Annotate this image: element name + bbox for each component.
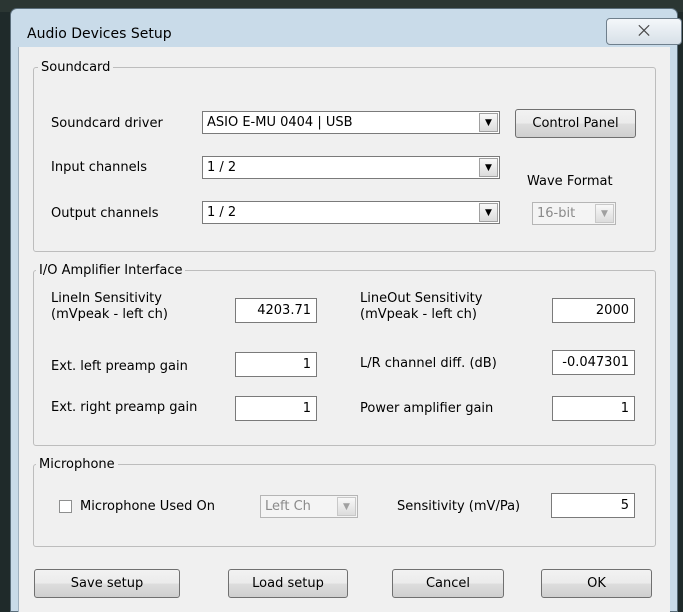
soundcard-driver-label: Soundcard driver: [51, 116, 163, 131]
chevron-down-icon[interactable]: ▼: [337, 497, 356, 516]
close-icon: ⨉: [637, 22, 650, 40]
linein-sensitivity-label-line1: LineIn Sensitivity: [51, 291, 162, 306]
power-amplifier-gain-label: Power amplifier gain: [360, 401, 494, 416]
microphone-used-on-label[interactable]: Microphone Used On: [80, 499, 215, 514]
left-preamp-gain-input[interactable]: 1: [235, 352, 317, 377]
lineout-sensitivity-label-line2: (mVpeak - left ch): [360, 307, 477, 322]
lr-channel-diff-input[interactable]: -0.047301: [552, 350, 635, 375]
microphone-sensitivity-input[interactable]: 5: [551, 493, 635, 518]
chevron-down-icon[interactable]: ▼: [595, 204, 614, 223]
lr-channel-diff-label: L/R channel diff. (dB): [360, 356, 497, 371]
soundcard-group-label: Soundcard: [38, 60, 114, 75]
wave-format-value: 16-bit: [537, 206, 576, 221]
power-amplifier-gain-input[interactable]: 1: [552, 396, 635, 421]
microphone-sensitivity-label: Sensitivity (mV/Pa): [397, 499, 521, 514]
linein-sensitivity-input[interactable]: 4203.71: [235, 298, 317, 323]
dialog-client-area: Soundcard Soundcard driver ASIO E-MU 040…: [18, 47, 670, 612]
output-channels-select[interactable]: 1 / 2 ▼: [202, 201, 500, 224]
io-amplifier-group-label: I/O Amplifier Interface: [36, 263, 186, 278]
close-button[interactable]: ⨉: [606, 18, 682, 45]
lineout-sensitivity-label: LineOut Sensitivity (mVpeak - left ch): [360, 291, 482, 323]
linein-sensitivity-label-line2: (mVpeak - left ch): [51, 307, 168, 322]
wave-format-label: Wave Format: [527, 174, 613, 189]
microphone-used-on-checkbox[interactable]: [59, 500, 72, 513]
lineout-sensitivity-label-line1: LineOut Sensitivity: [360, 291, 483, 306]
output-channels-value: 1 / 2: [207, 205, 237, 220]
lineout-sensitivity-input[interactable]: 2000: [552, 298, 635, 323]
linein-sensitivity-label: LineIn Sensitivity (mVpeak - left ch): [51, 291, 168, 323]
save-setup-button[interactable]: Save setup: [34, 569, 180, 598]
cancel-button[interactable]: Cancel: [392, 569, 504, 598]
control-panel-button[interactable]: Control Panel: [515, 109, 636, 138]
chevron-down-icon[interactable]: ▼: [479, 113, 498, 132]
microphone-group-label: Microphone: [36, 457, 118, 472]
right-preamp-gain-label: Ext. right preamp gain: [51, 400, 198, 415]
ok-button[interactable]: OK: [541, 569, 652, 598]
output-channels-label: Output channels: [51, 206, 159, 221]
input-channels-select[interactable]: 1 / 2 ▼: [202, 156, 500, 179]
left-preamp-gain-label: Ext. left preamp gain: [51, 359, 188, 374]
input-channels-label: Input channels: [51, 160, 148, 175]
microphone-channel-value: Left Ch: [265, 499, 311, 514]
soundcard-driver-select[interactable]: ASIO E-MU 0404 | USB ▼: [202, 111, 500, 134]
wave-format-select[interactable]: 16-bit ▼: [532, 202, 616, 225]
chevron-down-icon[interactable]: ▼: [479, 158, 498, 177]
soundcard-driver-value: ASIO E-MU 0404 | USB: [207, 115, 353, 130]
microphone-channel-select[interactable]: Left Ch ▼: [260, 495, 358, 518]
right-preamp-gain-input[interactable]: 1: [235, 396, 317, 421]
window-title: Audio Devices Setup: [27, 26, 172, 42]
input-channels-value: 1 / 2: [207, 160, 237, 175]
chevron-down-icon[interactable]: ▼: [479, 203, 498, 222]
load-setup-button[interactable]: Load setup: [228, 569, 348, 598]
